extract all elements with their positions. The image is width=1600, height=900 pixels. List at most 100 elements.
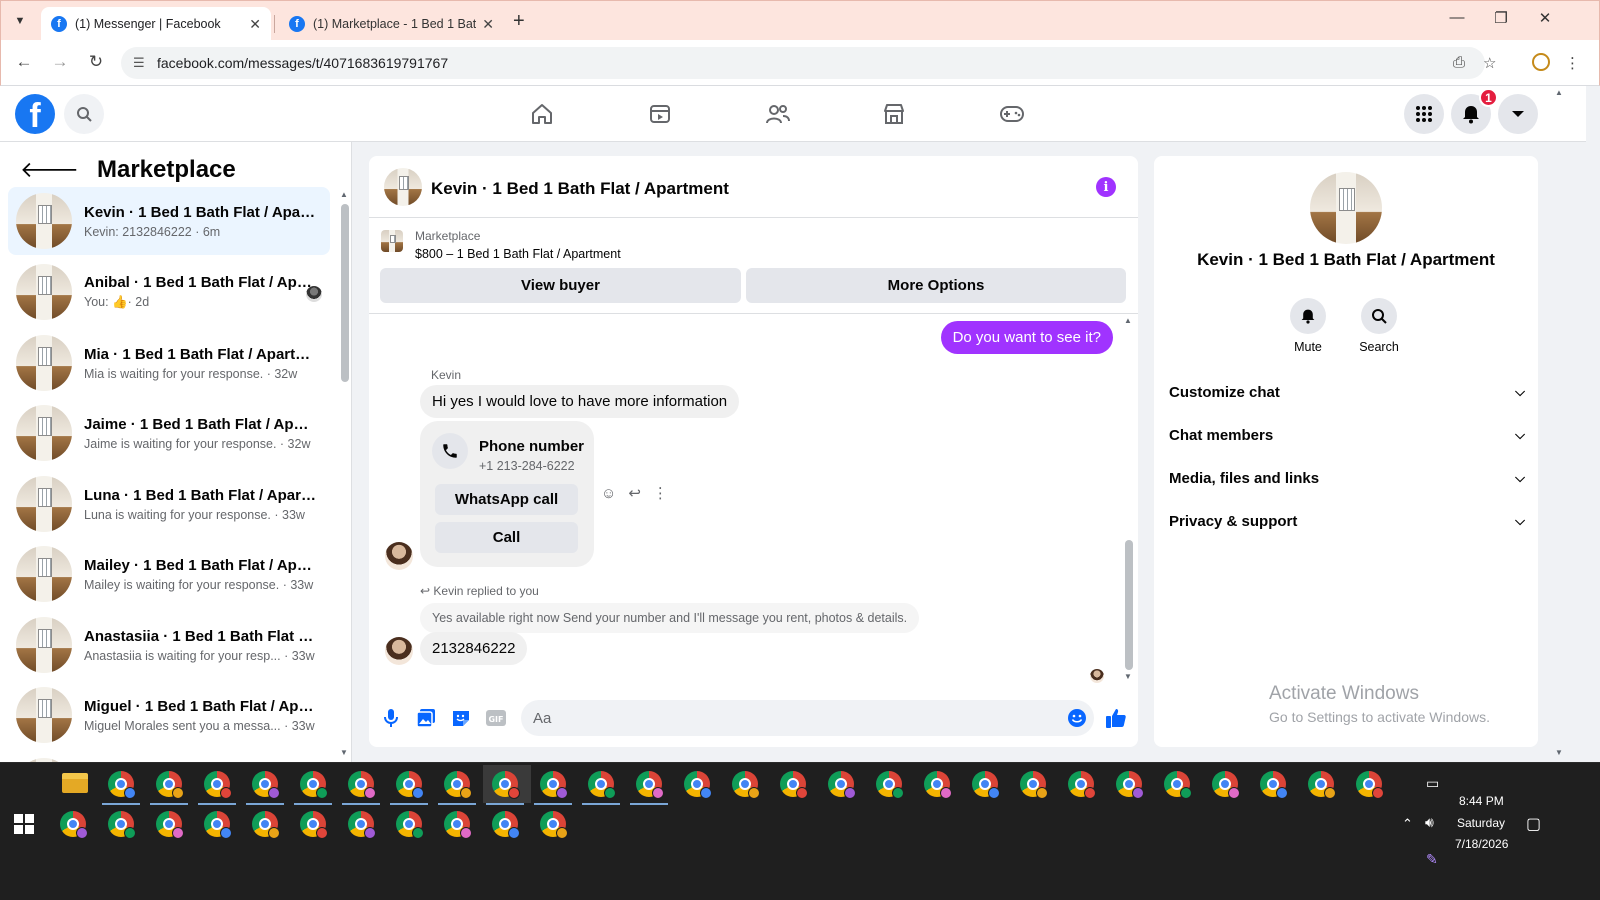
address-bar[interactable]: ☰ facebook.com/messages/t/40716836197917…	[121, 47, 1485, 79]
friends-icon[interactable]	[764, 100, 792, 128]
chrome-taskbar-icon[interactable]	[636, 771, 664, 799]
back-arrow-icon[interactable]: 🡐	[20, 157, 79, 183]
chrome-taskbar-icon[interactable]	[540, 771, 568, 799]
site-settings-icon[interactable]: ☰	[133, 55, 145, 71]
home-icon[interactable]	[528, 100, 556, 128]
conversation-item[interactable]: Jaime · 1 Bed 1 Bath Flat / Apartment Jai…	[8, 399, 330, 467]
clock-day[interactable]: Saturday	[1457, 816, 1505, 830]
emoji-icon[interactable]	[1066, 707, 1088, 729]
close-window-button[interactable]: ✕	[1525, 9, 1565, 27]
conversation-item[interactable]: Kevin · 1 Bed 1 Bath Flat / Apartment Kev…	[8, 187, 330, 255]
conversation-item[interactable]: Anastasiia · 1 Bed 1 Bath Flat / Apartme…	[8, 611, 330, 679]
chat-avatar[interactable]	[384, 168, 422, 206]
account-button[interactable]	[1498, 94, 1538, 134]
reply-icon[interactable]: ↩	[628, 484, 641, 502]
tab-search-icon[interactable]: ▼	[9, 10, 31, 32]
chrome-taskbar-icon[interactable]	[252, 771, 280, 799]
menu-grid-button[interactable]	[1404, 94, 1444, 134]
chrome-taskbar-icon[interactable]	[156, 811, 184, 839]
search-action[interactable]: Search	[1347, 298, 1411, 354]
search-button[interactable]	[64, 94, 104, 134]
back-button[interactable]: ←	[13, 52, 35, 72]
volume-icon[interactable]: 🔊︎	[1425, 814, 1434, 831]
listing-title[interactable]: $800 – 1 Bed 1 Bath Flat / Apartment	[415, 247, 621, 261]
chrome-taskbar-icon[interactable]	[444, 771, 472, 799]
chrome-taskbar-icon[interactable]	[1356, 771, 1384, 799]
bookmark-star-icon[interactable]: ☆	[1483, 54, 1496, 72]
file-explorer-icon[interactable]	[62, 773, 88, 793]
search-icon[interactable]	[1361, 298, 1397, 334]
show-hidden-icons[interactable]: ⌃	[1402, 816, 1413, 832]
info-icon[interactable]: i	[1096, 177, 1116, 197]
scroll-down-arrow-icon[interactable]: ▼	[340, 748, 348, 757]
view-buyer-button[interactable]: View buyer	[380, 268, 741, 303]
chrome-taskbar-icon[interactable]	[972, 771, 1000, 799]
chrome-taskbar-icon[interactable]	[252, 811, 280, 839]
install-app-icon[interactable]: ⎙	[1453, 54, 1465, 71]
tab-close-icon[interactable]: ✕	[482, 16, 494, 33]
chrome-taskbar-icon[interactable]	[108, 811, 136, 839]
chrome-taskbar-icon[interactable]	[492, 811, 520, 839]
photo-icon[interactable]	[415, 707, 437, 729]
chrome-taskbar-icon[interactable]	[300, 771, 328, 799]
browser-menu-icon[interactable]: ⋮	[1565, 54, 1580, 72]
chrome-taskbar-icon[interactable]	[1164, 771, 1192, 799]
clock-date[interactable]: 7/18/2026	[1455, 837, 1508, 851]
gif-icon[interactable]: GIF	[485, 707, 507, 729]
chrome-taskbar-icon[interactable]	[1212, 771, 1240, 799]
marketplace-icon[interactable]	[880, 100, 908, 128]
new-tab-button[interactable]: +	[513, 11, 525, 31]
sidebar-scrollbar[interactable]	[341, 204, 349, 382]
chrome-taskbar-icon[interactable]	[444, 811, 472, 839]
outgoing-message[interactable]: Do you want to see it?	[940, 321, 1113, 354]
chrome-taskbar-icon[interactable]	[348, 771, 376, 799]
chrome-taskbar-icon[interactable]	[540, 811, 568, 839]
scroll-down-arrow-icon[interactable]: ▼	[1124, 672, 1132, 681]
tab-messenger[interactable]: f (1) Messenger | Facebook ✕	[41, 7, 271, 41]
conversation-item[interactable]: Luna · 1 Bed 1 Bath Flat / Apartment Luna…	[8, 470, 330, 538]
minimize-button[interactable]: —	[1437, 9, 1477, 26]
chrome-taskbar-icon[interactable]	[492, 771, 520, 799]
page-scroll-down-icon[interactable]: ▼	[1555, 748, 1563, 757]
sender-avatar[interactable]	[385, 542, 413, 570]
chrome-taskbar-icon[interactable]	[396, 771, 424, 799]
chrome-taskbar-icon[interactable]	[348, 811, 376, 839]
incoming-message[interactable]: 2132846222	[420, 632, 528, 665]
quoted-message[interactable]: Yes available right now Send your number…	[420, 603, 920, 633]
conversation-item[interactable]: Miguel · 1 Bed 1 Bath Flat / Apartment Mi…	[8, 681, 330, 749]
conversation-item[interactable]: Anibal · 1 Bed 1 Bath Flat / Apartment Y…	[8, 258, 330, 326]
incoming-message[interactable]: Hi yes I would love to have more informa…	[420, 385, 740, 418]
video-icon[interactable]	[646, 100, 674, 128]
chrome-taskbar-icon[interactable]	[396, 811, 424, 839]
restore-button[interactable]: ❐	[1481, 9, 1521, 27]
reload-button[interactable]: ↻	[85, 52, 107, 72]
chrome-taskbar-icon[interactable]	[204, 771, 232, 799]
whatsapp-call-button[interactable]: WhatsApp call	[435, 484, 578, 515]
chrome-taskbar-icon[interactable]	[588, 771, 616, 799]
conversation-item[interactable]	[8, 752, 330, 762]
chrome-taskbar-icon[interactable]	[156, 771, 184, 799]
conversation-item[interactable]: Mia · 1 Bed 1 Bath Flat / Apartment Mia i…	[8, 329, 330, 397]
scroll-up-arrow-icon[interactable]: ▲	[340, 190, 348, 199]
message-input[interactable]	[521, 700, 1094, 736]
chrome-taskbar-icon[interactable]	[1308, 771, 1336, 799]
bell-icon[interactable]	[1290, 298, 1326, 334]
chrome-taskbar-icon[interactable]	[780, 771, 808, 799]
privacy-support-section[interactable]: Privacy & support ⌵	[1169, 501, 1525, 541]
facebook-logo[interactable]: f	[15, 94, 55, 134]
gaming-icon[interactable]	[998, 100, 1026, 128]
chrome-taskbar-icon[interactable]	[1068, 771, 1096, 799]
pen-icon[interactable]: ✎	[1426, 851, 1438, 868]
forward-button[interactable]: →	[49, 52, 71, 72]
conversation-item[interactable]: Mailey · 1 Bed 1 Bath Flat / Apartment Ma…	[8, 540, 330, 608]
clock-time[interactable]: 8:44 PM	[1459, 794, 1504, 808]
microphone-icon[interactable]	[380, 707, 402, 729]
media-files-section[interactable]: Media, files and links ⌵	[1169, 458, 1525, 498]
chat-members-section[interactable]: Chat members ⌵	[1169, 415, 1525, 455]
chrome-taskbar-icon[interactable]	[828, 771, 856, 799]
chrome-taskbar-icon[interactable]	[108, 771, 136, 799]
more-options-button[interactable]: More Options	[746, 268, 1126, 303]
network-icon[interactable]: ▭	[1426, 775, 1439, 792]
more-actions-icon[interactable]: ⋮	[653, 484, 668, 502]
chrome-taskbar-icon[interactable]	[1116, 771, 1144, 799]
